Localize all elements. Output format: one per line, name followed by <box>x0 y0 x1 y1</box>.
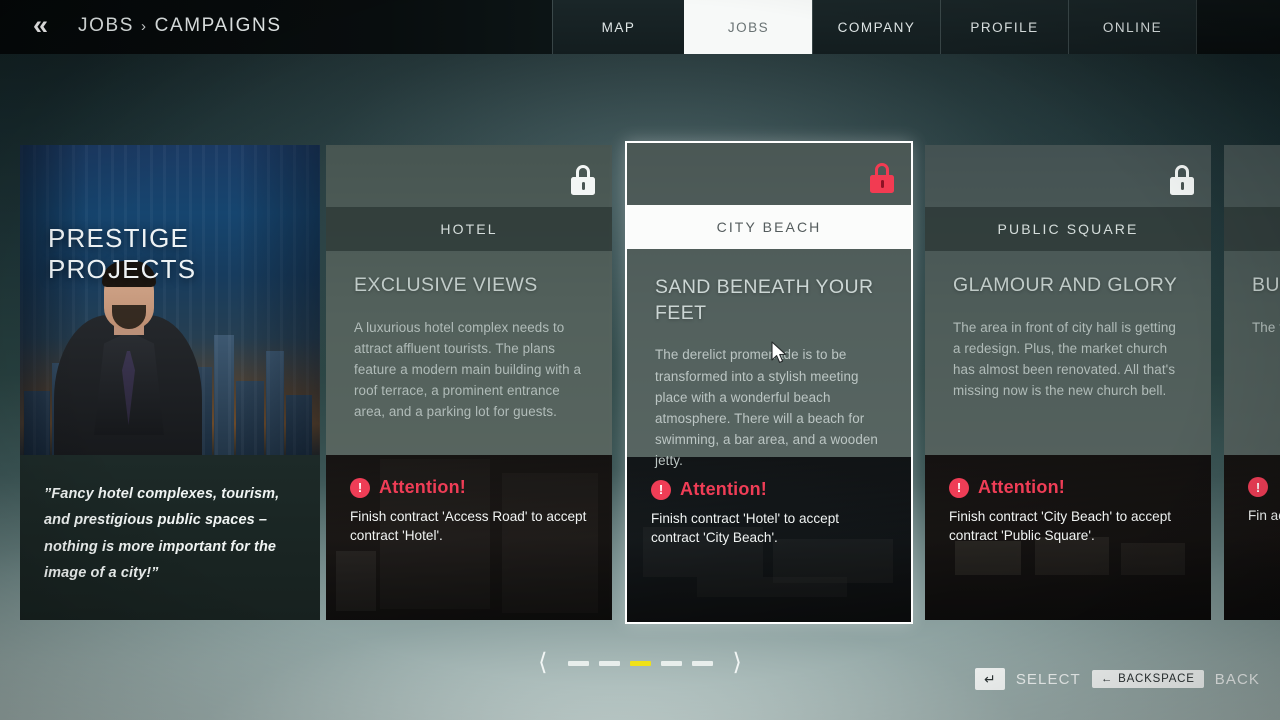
exclamation-icon: ! <box>1248 477 1268 497</box>
card-top-city-beach: CITY BEACH SAND BENEATH YOUR FEET The de… <box>627 143 911 468</box>
exclamation-icon: ! <box>949 477 969 498</box>
tab-company[interactable]: COMPANY <box>812 0 940 54</box>
attention-block-next: ! Fin ac <box>1224 455 1280 525</box>
attention-block-public-square: ! Attention! Finish contract 'City Beach… <box>925 455 1211 546</box>
campaign-card-hotel[interactable]: HOTEL EXCLUSIVE VIEWS A luxurious hotel … <box>326 145 612 620</box>
card-title-hotel: HOTEL <box>326 207 612 251</box>
attention-title: Attention! <box>379 477 466 497</box>
pager-dots <box>567 660 713 666</box>
card-top-public-square: PUBLIC SQUARE GLAMOUR AND GLORY The area… <box>925 145 1211 455</box>
pager-dot-2[interactable] <box>598 660 620 666</box>
card-headline: BUI <box>1252 274 1280 296</box>
card-bottom-hotel: ! Attention! Finish contract 'Access Roa… <box>326 455 612 620</box>
campaign-card-next-partial[interactable]: BUI The the r main build poss ! Fin ac <box>1224 145 1280 620</box>
card-headline: SAND BENEATH YOUR FEET <box>655 276 874 324</box>
lock-icon <box>1170 165 1194 195</box>
pager-dot-5[interactable] <box>691 660 713 666</box>
breadcrumb: JOBS › CAMPAIGNS <box>78 0 282 54</box>
intro-artwork: PRESTIGE PROJECTS <box>20 145 320 455</box>
card-headline: EXCLUSIVE VIEWS <box>354 274 538 296</box>
attention-text: Finish contract 'Hotel' to accept contra… <box>651 511 840 546</box>
lock-icon <box>571 165 595 195</box>
pager-dot-3[interactable] <box>629 660 651 666</box>
card-description: A luxurious hotel complex needs to attra… <box>354 319 582 420</box>
campaign-intro-card[interactable]: PRESTIGE PROJECTS ”Fancy hotel complexes… <box>20 145 320 620</box>
back-chevrons-icon[interactable]: « <box>0 0 78 54</box>
footer-key-hints: ↵ SELECT ← BACKSPACE BACK <box>974 668 1260 690</box>
card-bottom-next: ! Fin ac <box>1224 455 1280 620</box>
attention-title: Attention! <box>978 477 1065 497</box>
card-top-hotel: HOTEL EXCLUSIVE VIEWS A luxurious hotel … <box>326 145 612 455</box>
campaign-card-city-beach[interactable]: CITY BEACH SAND BENEATH YOUR FEET The de… <box>625 141 913 624</box>
breadcrumb-current: CAMPAIGNS <box>154 15 282 36</box>
intro-quote-panel: ”Fancy hotel complexes, tourism, and pre… <box>20 455 320 620</box>
card-description: The the r main build poss <box>1252 319 1280 335</box>
breadcrumb-root[interactable]: JOBS <box>78 15 134 37</box>
back-label: BACK <box>1214 670 1260 688</box>
tab-profile[interactable]: PROFILE <box>940 0 1068 54</box>
card-body-city-beach: SAND BENEATH YOUR FEET The derelict prom… <box>627 253 911 472</box>
card-body-hotel: EXCLUSIVE VIEWS A luxurious hotel comple… <box>326 251 612 423</box>
tab-bar-tail <box>1196 0 1280 54</box>
mouse-pointer-icon <box>771 341 789 365</box>
attention-block-hotel: ! Attention! Finish contract 'Access Roa… <box>326 455 612 546</box>
card-title-public-square: PUBLIC SQUARE <box>925 207 1211 251</box>
tab-bar: MAP JOBS COMPANY PROFILE ONLINE <box>552 0 1280 54</box>
chevron-right-icon[interactable]: ⟩ <box>733 651 742 675</box>
chevron-left-icon[interactable]: ⟨ <box>538 651 547 675</box>
campaigns-screen: « JOBS › CAMPAIGNS MAP JOBS COMPANY PROF… <box>0 0 1280 720</box>
intro-quote-text: ”Fancy hotel complexes, tourism, and pre… <box>44 486 280 582</box>
attention-text: Finish contract 'City Beach' to accept c… <box>949 509 1172 544</box>
backspace-key[interactable]: ← BACKSPACE <box>1091 670 1204 688</box>
arrow-left-icon: ← <box>1100 673 1114 685</box>
card-body-next: BUI The the r main build poss <box>1224 251 1280 338</box>
pager-dot-4[interactable] <box>660 660 682 666</box>
attention-text: Finish contract 'Access Road' to accept … <box>350 509 587 544</box>
card-bottom-city-beach: ! Attention! Finish contract 'Hotel' to … <box>627 457 911 622</box>
campaign-card-public-square[interactable]: PUBLIC SQUARE GLAMOUR AND GLORY The area… <box>925 145 1211 620</box>
top-navigation-bar: « JOBS › CAMPAIGNS MAP JOBS COMPANY PROF… <box>0 0 1280 54</box>
campaign-card-rail: PRESTIGE PROJECTS ”Fancy hotel complexes… <box>0 141 1280 624</box>
attention-title: Attention! <box>680 479 767 499</box>
intro-card-title: PRESTIGE PROJECTS <box>48 223 197 284</box>
card-body-public-square: GLAMOUR AND GLORY The area in front of c… <box>925 251 1211 401</box>
attention-text: Fin ac <box>1248 508 1280 523</box>
card-headline: GLAMOUR AND GLORY <box>953 274 1178 296</box>
card-description: The derelict promenade is to be transfor… <box>655 347 878 469</box>
card-top-next: BUI The the r main build poss <box>1224 145 1280 455</box>
select-label: SELECT <box>1015 670 1081 688</box>
enter-key-icon: ↵ <box>974 668 1005 690</box>
backspace-key-label: BACKSPACE <box>1118 673 1195 685</box>
tab-online[interactable]: ONLINE <box>1068 0 1196 54</box>
exclamation-icon: ! <box>350 477 370 498</box>
card-bottom-public-square: ! Attention! Finish contract 'City Beach… <box>925 455 1211 620</box>
card-description: The area in front of city hall is gettin… <box>953 319 1176 399</box>
card-title-next <box>1224 207 1280 251</box>
pager-dot-1[interactable] <box>567 660 589 666</box>
tab-map[interactable]: MAP <box>552 0 684 54</box>
breadcrumb-separator-icon: › <box>141 17 148 35</box>
card-title-city-beach: CITY BEACH <box>627 205 911 249</box>
lock-icon <box>870 163 894 193</box>
tab-jobs[interactable]: JOBS <box>684 0 812 54</box>
exclamation-icon: ! <box>651 479 671 500</box>
